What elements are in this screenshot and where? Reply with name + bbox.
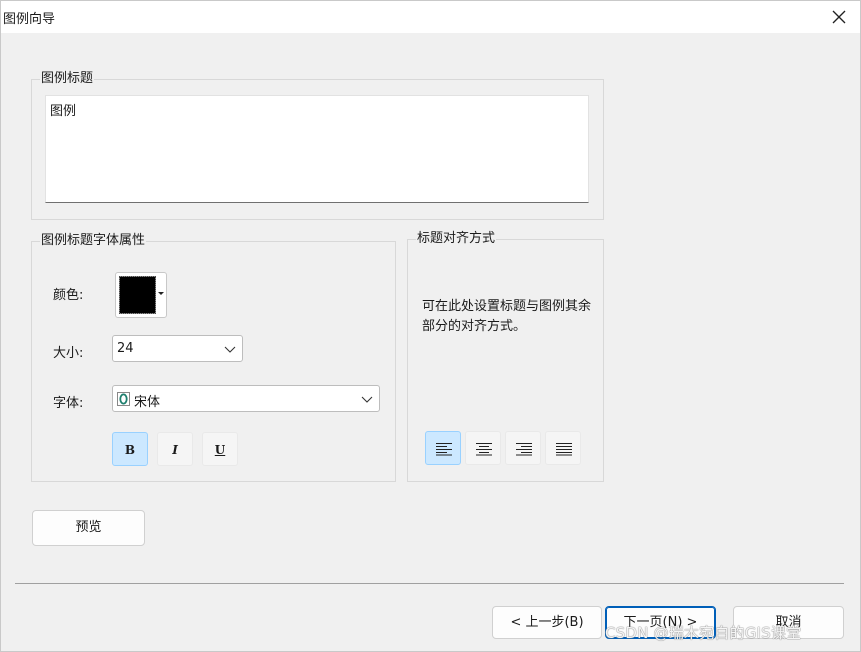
window-title: 图例向导 bbox=[3, 12, 56, 27]
preview-button[interactable]: 预览 bbox=[32, 510, 145, 546]
font-value: 宋体 bbox=[134, 395, 161, 410]
color-swatch bbox=[119, 276, 156, 314]
size-label: 大小: bbox=[53, 346, 84, 361]
legend-title-group: 图例标题 图例 bbox=[31, 71, 604, 220]
watermark: CSDN @瑞木宛白的GIS课堂 bbox=[605, 624, 802, 642]
chevron-down-icon bbox=[224, 346, 236, 353]
align-justify-icon bbox=[556, 443, 572, 456]
size-value: 24 bbox=[117, 341, 134, 356]
size-select[interactable]: 24 bbox=[112, 335, 243, 362]
align-center-icon bbox=[476, 443, 492, 456]
align-right-button[interactable] bbox=[505, 431, 541, 465]
chevron-down-icon bbox=[361, 396, 373, 403]
underline-toggle[interactable]: U bbox=[202, 432, 238, 466]
footer-separator bbox=[15, 583, 844, 584]
font-label: 字体: bbox=[53, 396, 84, 411]
legend-title-group-label: 图例标题 bbox=[40, 71, 95, 87]
font-properties-group: 图例标题字体属性 颜色: 大小: 24 字体: 宋体 B I U bbox=[31, 233, 396, 482]
align-left-button[interactable] bbox=[425, 431, 461, 465]
align-right-icon bbox=[516, 443, 532, 456]
align-center-button[interactable] bbox=[465, 431, 501, 465]
close-icon bbox=[832, 10, 846, 24]
align-justify-button[interactable] bbox=[545, 431, 581, 465]
title-alignment-group-label: 标题对齐方式 bbox=[416, 231, 497, 247]
back-button[interactable]: < 上一步(B) bbox=[492, 606, 602, 639]
color-label: 颜色: bbox=[53, 288, 84, 303]
legend-wizard-dialog: 图例向导 图例标题 图例 图例标题字体属性 颜色: 大小: 24 字体: 宋体 … bbox=[0, 0, 861, 652]
title-alignment-group: 标题对齐方式 可在此处设置标题与图例其余部分的对齐方式。 bbox=[407, 231, 604, 482]
align-left-icon bbox=[436, 443, 452, 456]
dropdown-arrow-icon bbox=[158, 292, 164, 295]
font-select[interactable]: 宋体 bbox=[112, 385, 380, 412]
opentype-font-icon bbox=[117, 392, 130, 406]
font-properties-group-label: 图例标题字体属性 bbox=[40, 233, 147, 249]
legend-title-input[interactable]: 图例 bbox=[45, 95, 589, 203]
italic-toggle[interactable]: I bbox=[157, 432, 193, 466]
alignment-description: 可在此处设置标题与图例其余部分的对齐方式。 bbox=[422, 299, 592, 334]
color-picker-button[interactable] bbox=[115, 272, 167, 318]
bold-toggle[interactable]: B bbox=[112, 432, 148, 466]
close-button[interactable] bbox=[828, 6, 850, 28]
title-bar: 图例向导 bbox=[1, 1, 860, 33]
